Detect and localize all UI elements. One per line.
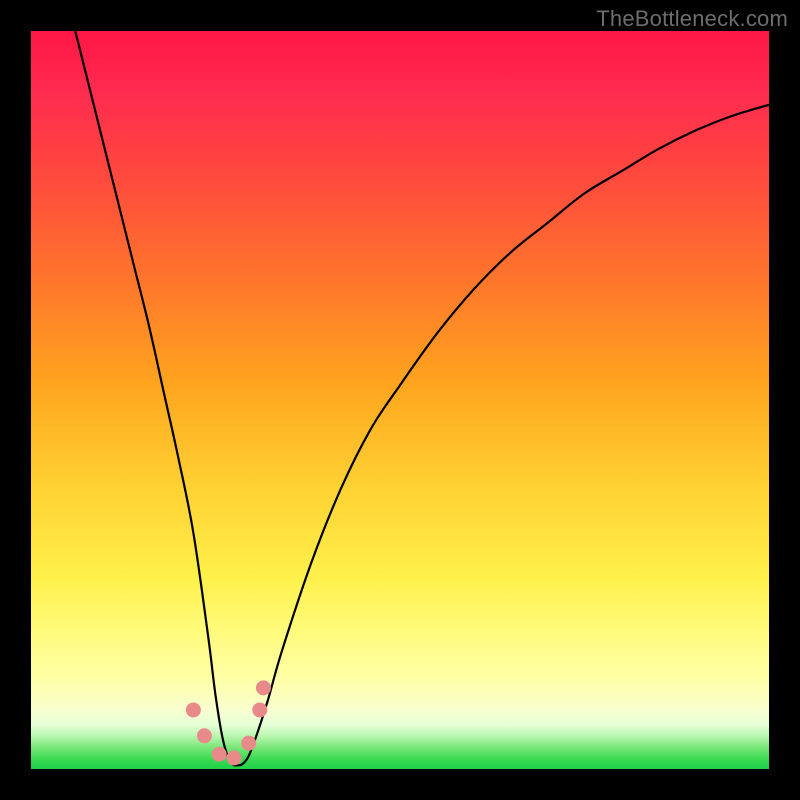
- bottleneck-curve: [75, 31, 769, 765]
- curve-marker: [186, 702, 201, 717]
- curve-marker: [212, 747, 227, 762]
- attribution-text: TheBottleneck.com: [596, 6, 788, 32]
- curve-markers: [186, 680, 271, 765]
- curve-marker: [241, 736, 256, 751]
- chart-frame: TheBottleneck.com: [0, 0, 800, 800]
- chart-overlay: [31, 31, 769, 769]
- curve-marker: [256, 680, 271, 695]
- curve-marker: [197, 728, 212, 743]
- chart-plot-area: [31, 31, 769, 769]
- curve-marker: [226, 750, 241, 765]
- curve-marker: [252, 702, 267, 717]
